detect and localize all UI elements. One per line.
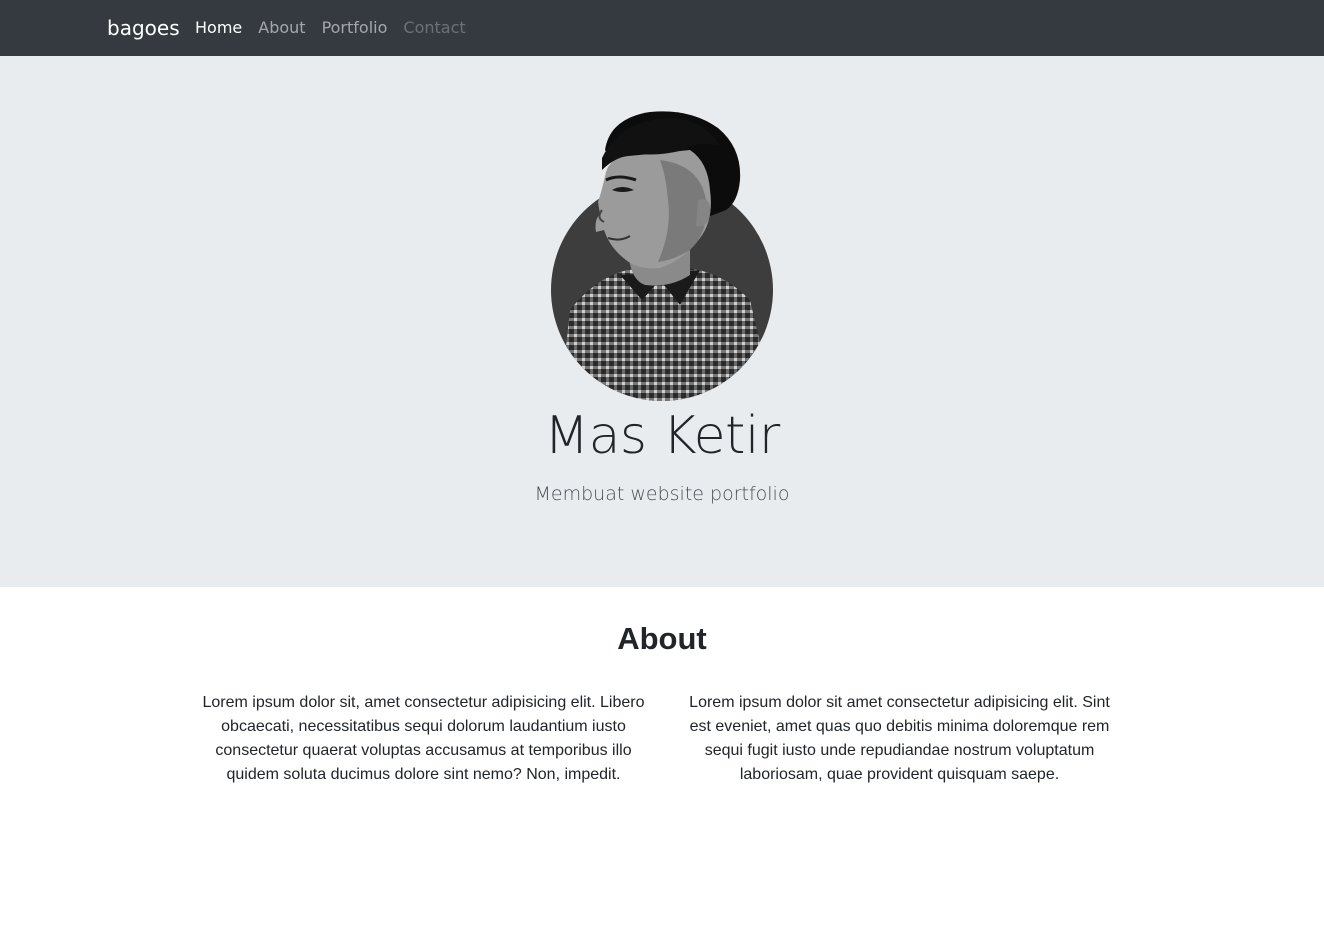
- hero-subtitle: Membuat website portfolio: [534, 483, 790, 505]
- profile-photo: [550, 110, 774, 402]
- about-paragraph-right: Lorem ipsum dolor sit amet consectetur a…: [689, 694, 1110, 783]
- hero-section: Mas Ketir Membuat website portfolio: [0, 56, 1324, 587]
- about-paragraph-left: Lorem ipsum dolor sit, amet consectetur …: [202, 694, 645, 783]
- nav-link-portfolio[interactable]: Portfolio: [322, 17, 388, 39]
- brand-link[interactable]: bagoes: [107, 15, 180, 41]
- nav-link-home[interactable]: Home: [195, 17, 242, 39]
- nav-link-contact[interactable]: Contact: [403, 17, 465, 39]
- about-title: About: [617, 621, 707, 656]
- nav-link-about[interactable]: About: [258, 17, 305, 39]
- nav-links: Home About Portfolio Contact: [195, 17, 466, 39]
- navbar: bagoes Home About Portfolio Contact: [0, 0, 1324, 56]
- hero-name: Mas Ketir: [544, 406, 780, 466]
